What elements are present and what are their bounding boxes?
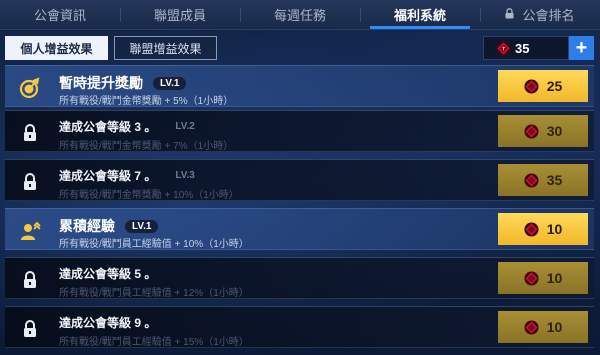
- activate-perk-button[interactable]: 35: [498, 164, 588, 196]
- perk-cost: 35: [546, 172, 563, 188]
- perk-row-locked-exp-lv5: 達成公會等級 5 。 所有戰役/戰鬥員工經驗值 + 12%（1小時） 10: [5, 257, 594, 299]
- perk-cost: 10: [546, 270, 563, 286]
- perk-title: 達成公會等級 7 。 LV.3: [59, 167, 202, 184]
- coin-bonus-icon: [19, 77, 40, 99]
- perk-cost: 10: [546, 319, 563, 335]
- tab-label: 每週任務: [273, 8, 326, 23]
- tab-label: 福利系統: [393, 8, 446, 23]
- perk-requirement: 達成公會等級 9 。: [59, 316, 157, 330]
- top-tab-bar: 公會資訊 聯盟成員 每週任務 福利系統 公會排名: [0, 0, 600, 30]
- red-gem-icon: [524, 221, 539, 237]
- perk-level-badge: LV.3: [175, 170, 195, 181]
- tab-label: 公會排名: [522, 8, 575, 23]
- activate-perk-button[interactable]: 25: [498, 70, 588, 102]
- tab-guild-info[interactable]: 公會資訊: [0, 0, 120, 29]
- perk-requirement: 達成公會等級 3 。: [59, 120, 157, 134]
- perk-level-badge: LV.1: [153, 76, 187, 90]
- tab-alliance-members[interactable]: 聯盟成員: [120, 0, 240, 29]
- perk-cost: 25: [546, 78, 563, 94]
- perk-row-locked-lv2: 達成公會等級 3 。 LV.2 所有戰役/戰鬥金幣獎勵 + 7%（1小時） 30: [5, 110, 594, 152]
- red-gem-icon: [524, 319, 539, 335]
- lock-icon: [505, 8, 514, 19]
- perk-description: 所有戰役/戰鬥金幣獎勵 + 7%（1小時）: [59, 141, 234, 152]
- perk-title: 達成公會等級 3 。 LV.2: [59, 118, 202, 135]
- perk-title: 暫時提升獎勵 LV.1: [59, 73, 187, 93]
- perk-row-locked-exp-lv9: 達成公會等級 9 。 所有戰役/戰鬥員工經驗值 + 15%（1小時） 10: [5, 306, 594, 348]
- perk-title: 達成公會等級 5 。: [59, 265, 156, 282]
- red-gem-icon: [524, 78, 539, 94]
- gem-currency-display: 35: [483, 36, 569, 60]
- perk-row-locked-lv3: 達成公會等級 7 。 LV.3 所有戰役/戰鬥金幣獎勵 + 10%（1小時） 3…: [5, 159, 594, 201]
- perk-cost: 10: [546, 221, 563, 237]
- red-gem-icon: [496, 41, 511, 56]
- add-currency-button[interactable]: +: [569, 36, 594, 60]
- perk-description: 所有戰役/戰鬥金幣獎勵 + 5%（1小時）: [59, 96, 234, 107]
- activate-perk-button[interactable]: 30: [498, 115, 588, 147]
- red-gem-icon: [524, 270, 539, 286]
- currency-amount: 35: [515, 40, 530, 56]
- tab-label: 公會資訊: [33, 8, 86, 23]
- perk-row-exp: 累積經驗 LV.1 所有戰役/戰鬥員工經驗值 + 10%（1小時） 10: [5, 208, 594, 250]
- subtab-personal-buffs[interactable]: 個人增益效果: [5, 36, 108, 60]
- perk-name: 累積經驗: [59, 218, 115, 234]
- subtab-alliance-buffs[interactable]: 聯盟增益效果: [114, 36, 217, 60]
- lock-icon: [24, 271, 36, 288]
- perk-description: 所有戰役/戰鬥員工經驗值 + 12%（1小時）: [59, 288, 249, 299]
- lock-icon: [24, 320, 36, 337]
- tab-weekly-tasks[interactable]: 每週任務: [240, 0, 360, 29]
- perk-requirement: 達成公會等級 7 。: [59, 169, 157, 183]
- perk-level-badge: LV.1: [125, 219, 159, 233]
- tab-guild-ranking[interactable]: 公會排名: [480, 0, 600, 29]
- lock-icon: [24, 124, 36, 141]
- perk-cost: 30: [546, 123, 563, 139]
- activate-perk-button[interactable]: 10: [498, 311, 588, 343]
- lock-icon: [24, 173, 36, 190]
- activate-perk-button[interactable]: 10: [498, 262, 588, 294]
- red-gem-icon: [524, 172, 539, 188]
- perk-title: 達成公會等級 9 。: [59, 314, 156, 331]
- perk-description: 所有戰役/戰鬥金幣獎勵 + 10%（1小時）: [59, 190, 239, 201]
- perk-title: 累積經驗 LV.1: [59, 216, 159, 236]
- red-gem-icon: [524, 123, 539, 139]
- perk-requirement: 達成公會等級 5 。: [59, 267, 157, 281]
- perk-name: 暫時提升獎勵: [59, 75, 143, 91]
- exp-bonus-icon: [21, 221, 41, 240]
- perk-description: 所有戰役/戰鬥員工經驗值 + 15%（1小時）: [59, 337, 249, 348]
- activate-perk-button[interactable]: 10: [498, 213, 588, 245]
- perk-row-temp-reward: 暫時提升獎勵 LV.1 所有戰役/戰鬥金幣獎勵 + 5%（1小時） 25: [5, 65, 594, 107]
- tab-label: 聯盟成員: [153, 8, 206, 23]
- perk-description: 所有戰役/戰鬥員工經驗值 + 10%（1小時）: [59, 239, 249, 250]
- tab-welfare-system[interactable]: 福利系統: [360, 0, 480, 29]
- perk-level-badge: LV.2: [175, 121, 195, 132]
